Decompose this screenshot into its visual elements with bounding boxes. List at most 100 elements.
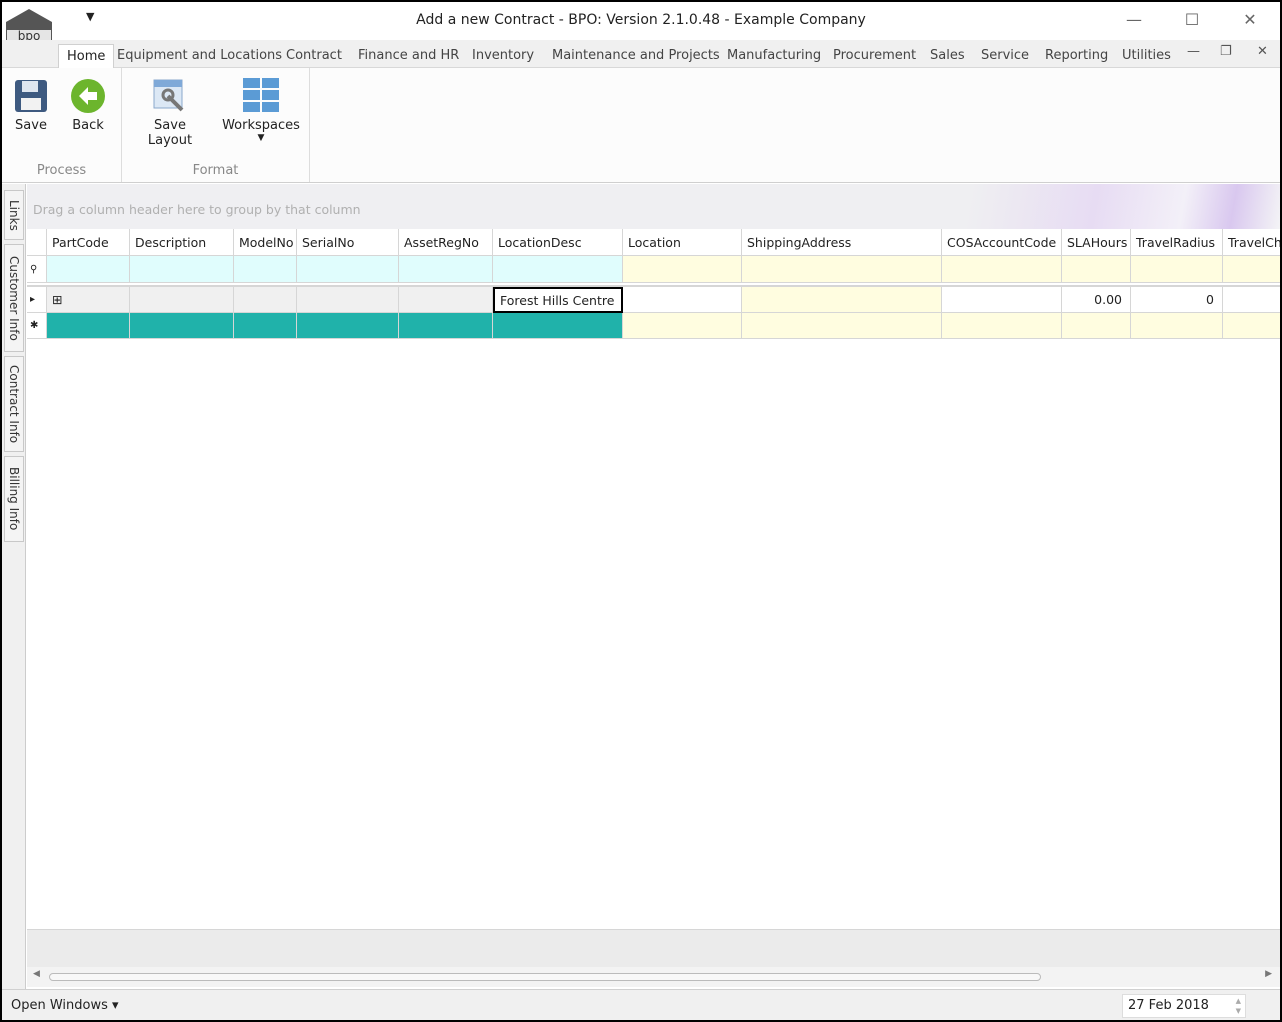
grid-cell[interactable] bbox=[623, 256, 742, 283]
scroll-left-icon[interactable]: ◀ bbox=[33, 969, 40, 979]
process-group: Save Back Process bbox=[2, 68, 122, 182]
grid-cell[interactable] bbox=[399, 313, 493, 339]
column-header[interactable]: Description bbox=[130, 229, 234, 256]
workspaces-button[interactable]: Workspaces ▼ bbox=[222, 74, 300, 143]
open-windows-button[interactable]: Open Windows ▾ bbox=[11, 998, 119, 1013]
mdi-restore-button[interactable]: ❐ bbox=[1220, 44, 1232, 59]
tab-sales[interactable]: Sales bbox=[922, 44, 973, 68]
column-header[interactable]: PartCode bbox=[47, 229, 130, 256]
side-tab-links[interactable]: Links bbox=[4, 190, 24, 240]
horizontal-scrollbar[interactable]: ◀ ▶ bbox=[27, 967, 1280, 987]
grid-cell[interactable] bbox=[942, 256, 1062, 283]
date-field[interactable]: 27 Feb 2018 ▲ ▼ bbox=[1122, 994, 1246, 1018]
grid-cell[interactable] bbox=[742, 256, 942, 283]
group-by-panel[interactable]: Drag a column header here to group by th… bbox=[27, 184, 1280, 229]
grid-cell[interactable] bbox=[1223, 287, 1280, 313]
grid-cell[interactable] bbox=[623, 287, 742, 313]
workspaces-label: Workspaces bbox=[222, 118, 300, 133]
side-tab-customer-info[interactable]: Customer Info bbox=[4, 244, 24, 352]
date-spin-icon[interactable]: ▲ ▼ bbox=[1236, 996, 1241, 1016]
column-header[interactable]: TravelCh bbox=[1223, 229, 1280, 256]
tab-manufacturing[interactable]: Manufacturing bbox=[719, 44, 829, 68]
grid-cell[interactable] bbox=[742, 287, 942, 313]
tab-finance-and-hr[interactable]: Finance and HR bbox=[350, 44, 467, 68]
save-label: Save bbox=[15, 118, 47, 133]
grid-cell[interactable] bbox=[942, 313, 1062, 339]
grid-cell[interactable] bbox=[234, 256, 297, 283]
grid-cell[interactable] bbox=[623, 313, 742, 339]
column-header[interactable]: TravelRadius bbox=[1131, 229, 1223, 256]
close-button[interactable]: ✕ bbox=[1235, 10, 1265, 29]
column-header[interactable]: Location bbox=[623, 229, 742, 256]
grid-cell[interactable] bbox=[1062, 256, 1131, 283]
grid-cell[interactable] bbox=[493, 313, 623, 339]
grid-cell[interactable]: Forest Hills Centre bbox=[493, 287, 623, 313]
format-group: Save Layout Workspaces ▼ Format bbox=[122, 68, 310, 182]
tab-equipment-and-locations[interactable]: Equipment and Locations bbox=[109, 44, 290, 68]
app-window: bpo ▼ Add a new Contract - BPO: Version … bbox=[2, 2, 1280, 1020]
mdi-minimize-button[interactable]: — bbox=[1187, 44, 1200, 59]
grid-cell[interactable] bbox=[942, 287, 1062, 313]
grid-cell[interactable] bbox=[130, 256, 234, 283]
row-indicator: ▸ bbox=[27, 287, 47, 313]
grid-cell[interactable]: 0.00 bbox=[1062, 287, 1131, 313]
grid-cell[interactable] bbox=[47, 256, 130, 283]
header-row: PartCode Description ModelNo SerialNo AssetR… bbox=[27, 229, 1280, 256]
grid-cell[interactable] bbox=[130, 313, 234, 339]
grid-cell[interactable] bbox=[742, 313, 942, 339]
scroll-right-icon[interactable]: ▶ bbox=[1265, 969, 1272, 979]
ribbon-tabs: Home Equipment and Locations Contract Fi… bbox=[2, 40, 1280, 68]
ribbon: Save Back Process Save Layout Workspaces… bbox=[2, 68, 1280, 183]
grid-cell[interactable] bbox=[234, 287, 297, 313]
grid-cell[interactable] bbox=[234, 313, 297, 339]
side-tab-billing-info[interactable]: Billing Info bbox=[4, 456, 24, 542]
grid-cell[interactable] bbox=[399, 256, 493, 283]
save-icon bbox=[15, 80, 47, 112]
back-label: Back bbox=[72, 118, 104, 133]
column-header[interactable]: ModelNo bbox=[234, 229, 297, 256]
maximize-button[interactable]: ☐ bbox=[1177, 10, 1207, 29]
expand-icon[interactable]: ⊞ bbox=[52, 292, 62, 307]
column-header[interactable]: LocationDesc bbox=[493, 229, 623, 256]
tab-home[interactable]: Home bbox=[58, 44, 115, 68]
grid-cell[interactable] bbox=[399, 287, 493, 313]
scrollbar-thumb[interactable] bbox=[49, 973, 1041, 981]
column-header[interactable]: ShippingAddress bbox=[742, 229, 942, 256]
column-header[interactable]: COSAccountCode bbox=[942, 229, 1062, 256]
mdi-close-button[interactable]: ✕ bbox=[1257, 44, 1268, 59]
row-indicator bbox=[27, 229, 47, 256]
column-header[interactable]: AssetRegNo bbox=[399, 229, 493, 256]
grid-cell[interactable] bbox=[297, 256, 399, 283]
tab-contract[interactable]: Contract bbox=[278, 44, 350, 68]
grid-cell[interactable] bbox=[493, 256, 623, 283]
save-button[interactable]: Save bbox=[10, 74, 52, 133]
tab-maintenance-and-projects[interactable]: Maintenance and Projects bbox=[544, 44, 728, 68]
grid-cell[interactable] bbox=[1223, 256, 1280, 283]
save-layout-icon bbox=[153, 79, 184, 112]
back-arrow-icon bbox=[71, 79, 105, 113]
tab-utilities[interactable]: Utilities bbox=[1114, 44, 1179, 68]
grid-cell[interactable] bbox=[297, 287, 399, 313]
column-header[interactable]: SLAHours bbox=[1062, 229, 1131, 256]
grid-cell[interactable] bbox=[1131, 256, 1223, 283]
grid-cell[interactable] bbox=[1062, 313, 1131, 339]
minimize-button[interactable]: — bbox=[1119, 10, 1149, 29]
grid-cell[interactable] bbox=[1131, 313, 1223, 339]
side-tab-contract-info[interactable]: Contract Info bbox=[4, 356, 24, 452]
workspaces-icon bbox=[243, 78, 279, 112]
tab-reporting[interactable]: Reporting bbox=[1037, 44, 1116, 68]
save-layout-button[interactable]: Save Layout bbox=[130, 74, 210, 148]
grid-cell[interactable] bbox=[130, 287, 234, 313]
tab-inventory[interactable]: Inventory bbox=[464, 44, 542, 68]
tab-procurement[interactable]: Procurement bbox=[825, 44, 924, 68]
window-title: Add a new Contract - BPO: Version 2.1.0.… bbox=[416, 12, 866, 28]
grid-cell[interactable]: ⊞ bbox=[47, 287, 130, 313]
back-button[interactable]: Back bbox=[66, 74, 110, 133]
tab-service[interactable]: Service bbox=[973, 44, 1037, 68]
grid-cell[interactable] bbox=[1223, 313, 1280, 339]
column-header[interactable]: SerialNo bbox=[297, 229, 399, 256]
grid-cell[interactable] bbox=[297, 313, 399, 339]
grid-cell[interactable] bbox=[47, 313, 130, 339]
grid-cell[interactable]: 0 bbox=[1131, 287, 1223, 313]
filter-row: ⚲ bbox=[27, 256, 1280, 283]
